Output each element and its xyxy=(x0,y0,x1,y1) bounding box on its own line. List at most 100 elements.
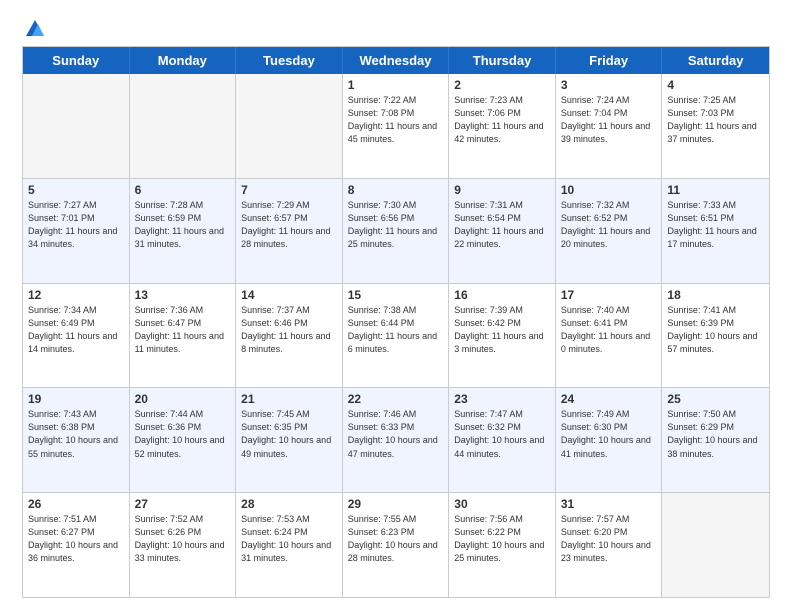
day-info: Sunrise: 7:39 AMSunset: 6:42 PMDaylight:… xyxy=(454,304,550,356)
day-number: 19 xyxy=(28,392,124,406)
day-cell-17: 17 Sunrise: 7:40 AMSunset: 6:41 PMDayligh… xyxy=(556,284,663,388)
day-info: Sunrise: 7:45 AMSunset: 6:35 PMDaylight:… xyxy=(241,408,337,460)
day-cell-12: 12 Sunrise: 7:34 AMSunset: 6:49 PMDayligh… xyxy=(23,284,130,388)
page: SundayMondayTuesdayWednesdayThursdayFrid… xyxy=(0,0,792,612)
day-number: 3 xyxy=(561,78,657,92)
calendar-row-5: 26 Sunrise: 7:51 AMSunset: 6:27 PMDayligh… xyxy=(23,492,769,597)
day-number: 6 xyxy=(135,183,231,197)
day-number: 20 xyxy=(135,392,231,406)
day-info: Sunrise: 7:55 AMSunset: 6:23 PMDaylight:… xyxy=(348,513,444,565)
day-info: Sunrise: 7:47 AMSunset: 6:32 PMDaylight:… xyxy=(454,408,550,460)
day-number: 28 xyxy=(241,497,337,511)
day-info: Sunrise: 7:28 AMSunset: 6:59 PMDaylight:… xyxy=(135,199,231,251)
day-cell-16: 16Sunrise: 7:39 AMSunset: 6:42 PMDayligh… xyxy=(449,284,556,388)
day-info: Sunrise: 7:57 AMSunset: 6:20 PMDaylight:… xyxy=(561,513,657,565)
day-cell-30: 30Sunrise: 7:56 AMSunset: 6:22 PMDayligh… xyxy=(449,493,556,597)
day-header-tuesday: Tuesday xyxy=(236,47,343,74)
day-number: 30 xyxy=(454,497,550,511)
day-number: 26 xyxy=(28,497,124,511)
empty-cell xyxy=(130,74,237,178)
day-number: 7 xyxy=(241,183,337,197)
logo-icon xyxy=(24,18,46,40)
day-cell-29: 29 Sunrise: 7:55 AMSunset: 6:23 PMDayligh… xyxy=(343,493,450,597)
day-cell-10: 10Sunrise: 7:32 AMSunset: 6:52 PMDayligh… xyxy=(556,179,663,283)
day-cell-4: 4Sunrise: 7:25 AMSunset: 7:03 PMDaylight… xyxy=(662,74,769,178)
day-cell-11: 11 Sunrise: 7:33 AMSunset: 6:51 PMDayligh… xyxy=(662,179,769,283)
day-info: Sunrise: 7:51 AMSunset: 6:27 PMDaylight:… xyxy=(28,513,124,565)
calendar-row-4: 19 Sunrise: 7:43 AMSunset: 6:38 PMDayligh… xyxy=(23,387,769,492)
day-number: 25 xyxy=(667,392,764,406)
day-info: Sunrise: 7:34 AMSunset: 6:49 PMDaylight:… xyxy=(28,304,124,356)
day-number: 27 xyxy=(135,497,231,511)
day-cell-18: 18Sunrise: 7:41 AMSunset: 6:39 PMDayligh… xyxy=(662,284,769,388)
day-info: Sunrise: 7:41 AMSunset: 6:39 PMDaylight:… xyxy=(667,304,764,356)
day-cell-28: 28 Sunrise: 7:53 AMSunset: 6:24 PMDayligh… xyxy=(236,493,343,597)
day-cell-23: 23Sunrise: 7:47 AMSunset: 6:32 PMDayligh… xyxy=(449,388,556,492)
day-cell-7: 7Sunrise: 7:29 AMSunset: 6:57 PMDaylight… xyxy=(236,179,343,283)
day-number: 31 xyxy=(561,497,657,511)
day-number: 11 xyxy=(667,183,764,197)
day-number: 8 xyxy=(348,183,444,197)
day-info: Sunrise: 7:50 AMSunset: 6:29 PMDaylight:… xyxy=(667,408,764,460)
day-info: Sunrise: 7:40 AMSunset: 6:41 PMDaylight:… xyxy=(561,304,657,356)
day-header-wednesday: Wednesday xyxy=(343,47,450,74)
day-cell-19: 19 Sunrise: 7:43 AMSunset: 6:38 PMDayligh… xyxy=(23,388,130,492)
day-info: Sunrise: 7:22 AMSunset: 7:08 PMDaylight:… xyxy=(348,94,444,146)
empty-cell xyxy=(662,493,769,597)
day-info: Sunrise: 7:36 AMSunset: 6:47 PMDaylight:… xyxy=(135,304,231,356)
day-number: 24 xyxy=(561,392,657,406)
day-number: 29 xyxy=(348,497,444,511)
calendar-row-1: 1Sunrise: 7:22 AMSunset: 7:08 PMDaylight… xyxy=(23,74,769,178)
day-cell-9: 9Sunrise: 7:31 AMSunset: 6:54 PMDaylight… xyxy=(449,179,556,283)
day-info: Sunrise: 7:37 AMSunset: 6:46 PMDaylight:… xyxy=(241,304,337,356)
day-header-thursday: Thursday xyxy=(449,47,556,74)
day-info: Sunrise: 7:30 AMSunset: 6:56 PMDaylight:… xyxy=(348,199,444,251)
day-cell-2: 2 Sunrise: 7:23 AMSunset: 7:06 PMDaylight… xyxy=(449,74,556,178)
day-info: Sunrise: 7:33 AMSunset: 6:51 PMDaylight:… xyxy=(667,199,764,251)
calendar: SundayMondayTuesdayWednesdayThursdayFrid… xyxy=(22,46,770,598)
day-header-saturday: Saturday xyxy=(662,47,769,74)
day-number: 14 xyxy=(241,288,337,302)
day-info: Sunrise: 7:23 AMSunset: 7:06 PMDaylight:… xyxy=(454,94,550,146)
logo xyxy=(22,18,46,36)
day-info: Sunrise: 7:44 AMSunset: 6:36 PMDaylight:… xyxy=(135,408,231,460)
day-cell-31: 31 Sunrise: 7:57 AMSunset: 6:20 PMDayligh… xyxy=(556,493,663,597)
day-cell-5: 5 Sunrise: 7:27 AMSunset: 7:01 PMDaylight… xyxy=(23,179,130,283)
day-info: Sunrise: 7:31 AMSunset: 6:54 PMDaylight:… xyxy=(454,199,550,251)
empty-cell xyxy=(236,74,343,178)
day-cell-24: 24 Sunrise: 7:49 AMSunset: 6:30 PMDayligh… xyxy=(556,388,663,492)
day-cell-15: 15Sunrise: 7:38 AMSunset: 6:44 PMDayligh… xyxy=(343,284,450,388)
day-number: 5 xyxy=(28,183,124,197)
day-cell-20: 20 Sunrise: 7:44 AMSunset: 6:36 PMDayligh… xyxy=(130,388,237,492)
day-info: Sunrise: 7:46 AMSunset: 6:33 PMDaylight:… xyxy=(348,408,444,460)
day-info: Sunrise: 7:53 AMSunset: 6:24 PMDaylight:… xyxy=(241,513,337,565)
day-number: 17 xyxy=(561,288,657,302)
day-number: 22 xyxy=(348,392,444,406)
day-info: Sunrise: 7:27 AMSunset: 7:01 PMDaylight:… xyxy=(28,199,124,251)
day-info: Sunrise: 7:25 AMSunset: 7:03 PMDaylight:… xyxy=(667,94,764,146)
calendar-row-3: 12 Sunrise: 7:34 AMSunset: 6:49 PMDayligh… xyxy=(23,283,769,388)
day-number: 21 xyxy=(241,392,337,406)
day-number: 13 xyxy=(135,288,231,302)
day-number: 12 xyxy=(28,288,124,302)
day-info: Sunrise: 7:52 AMSunset: 6:26 PMDaylight:… xyxy=(135,513,231,565)
day-number: 15 xyxy=(348,288,444,302)
day-cell-8: 8 Sunrise: 7:30 AMSunset: 6:56 PMDaylight… xyxy=(343,179,450,283)
day-cell-14: 14 Sunrise: 7:37 AMSunset: 6:46 PMDayligh… xyxy=(236,284,343,388)
day-number: 2 xyxy=(454,78,550,92)
day-cell-22: 22 Sunrise: 7:46 AMSunset: 6:33 PMDayligh… xyxy=(343,388,450,492)
day-cell-26: 26 Sunrise: 7:51 AMSunset: 6:27 PMDayligh… xyxy=(23,493,130,597)
calendar-body: 1Sunrise: 7:22 AMSunset: 7:08 PMDaylight… xyxy=(23,74,769,597)
day-cell-3: 3 Sunrise: 7:24 AMSunset: 7:04 PMDaylight… xyxy=(556,74,663,178)
day-info: Sunrise: 7:43 AMSunset: 6:38 PMDaylight:… xyxy=(28,408,124,460)
header xyxy=(22,18,770,36)
day-cell-13: 13 Sunrise: 7:36 AMSunset: 6:47 PMDayligh… xyxy=(130,284,237,388)
calendar-row-2: 5 Sunrise: 7:27 AMSunset: 7:01 PMDaylight… xyxy=(23,178,769,283)
day-info: Sunrise: 7:49 AMSunset: 6:30 PMDaylight:… xyxy=(561,408,657,460)
day-cell-21: 21 Sunrise: 7:45 AMSunset: 6:35 PMDayligh… xyxy=(236,388,343,492)
day-header-sunday: Sunday xyxy=(23,47,130,74)
day-info: Sunrise: 7:24 AMSunset: 7:04 PMDaylight:… xyxy=(561,94,657,146)
day-header-monday: Monday xyxy=(130,47,237,74)
day-number: 10 xyxy=(561,183,657,197)
day-cell-25: 25 Sunrise: 7:50 AMSunset: 6:29 PMDayligh… xyxy=(662,388,769,492)
